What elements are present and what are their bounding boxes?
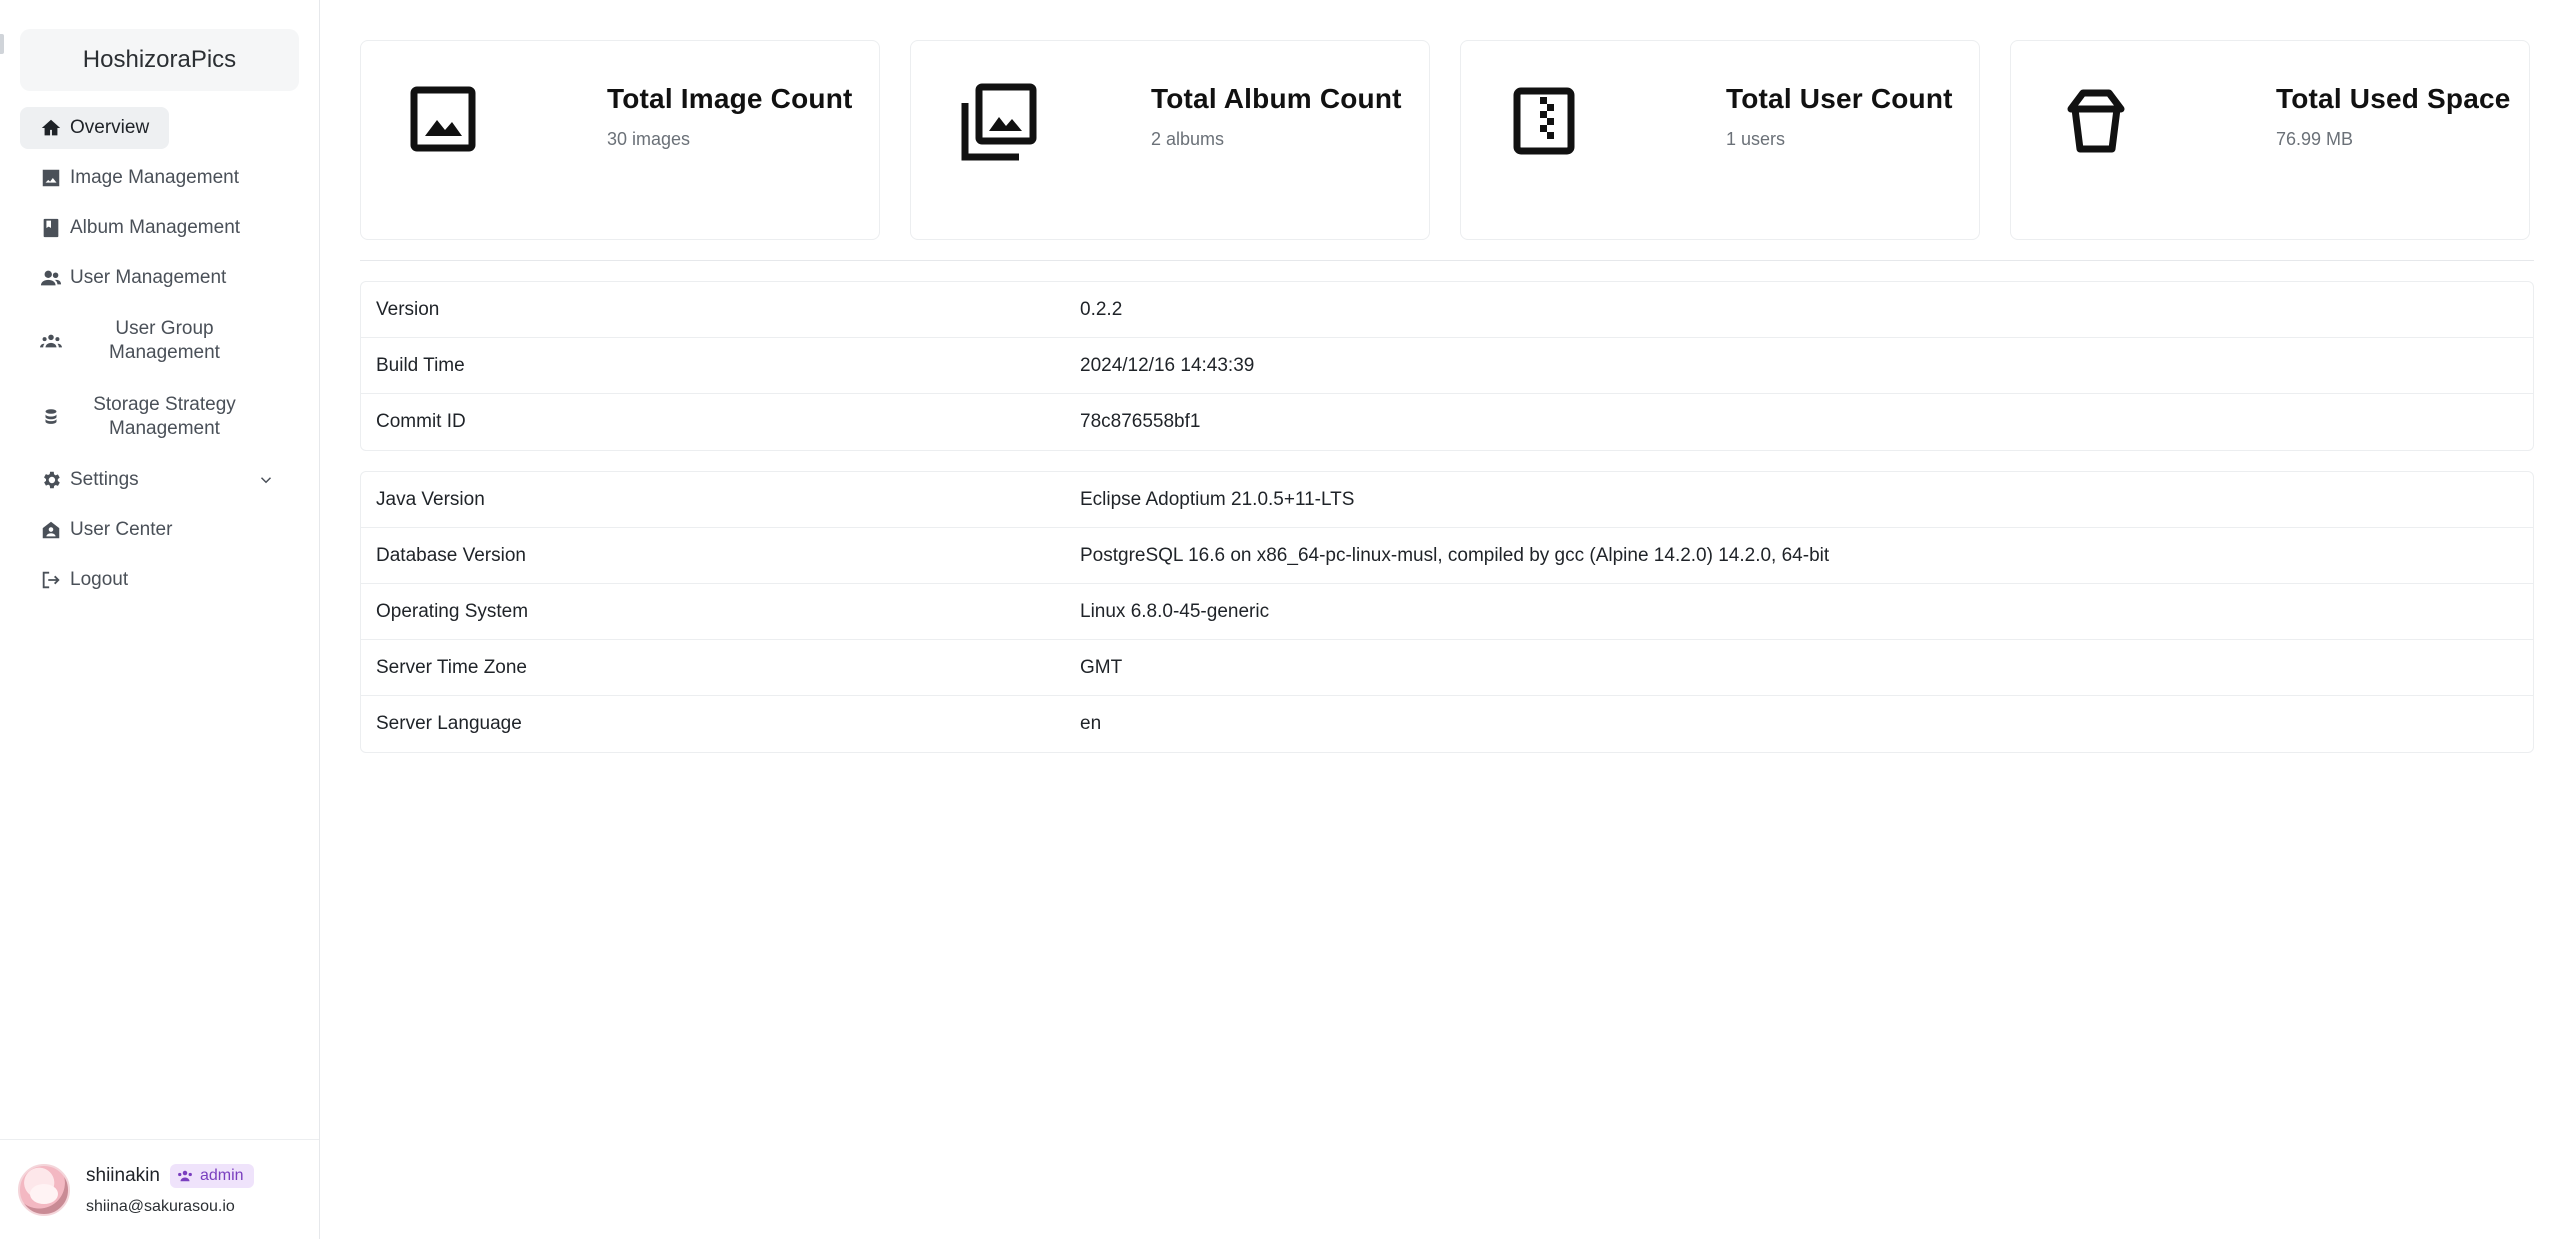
sidebar: HoshizoraPics Overview Image Management … [0, 0, 320, 1239]
row-value: 78c876558bf1 [1080, 411, 1201, 432]
group-icon [40, 334, 62, 348]
row-key: Version [376, 298, 440, 320]
row-key: Commit ID [376, 411, 466, 432]
sidebar-nav: Overview Image Management Album Manageme… [20, 107, 299, 601]
group-icon [178, 1170, 192, 1181]
stat-value: 1 users [1726, 129, 1786, 149]
row-value: 2024/12/16 14:43:39 [1080, 354, 1255, 376]
table-row: Database Version PostgreSQL 16.6 on x86_… [361, 528, 2533, 584]
logout-icon [42, 571, 60, 589]
row-key: Database Version [376, 544, 526, 566]
stat-title: Total Used Space [2276, 83, 2511, 114]
table-row: Server Language en [361, 696, 2533, 752]
system-info-table: Java Version Eclipse Adoptium 21.0.5+11-… [360, 471, 2534, 753]
zip-file-icon [1513, 87, 1575, 155]
table-row: Server Time Zone GMT [361, 640, 2533, 696]
stat-card-users: Total User Count 1 users [1460, 40, 1980, 240]
table-row: Operating System Linux 6.8.0-45-generic [361, 584, 2533, 640]
sidebar-item-label: User Center [70, 519, 173, 540]
build-info-table: Version 0.2.2 Build Time 2024/12/16 14:4… [360, 281, 2534, 451]
sidebar-item-user-center[interactable]: User Center [20, 509, 299, 551]
sidebar-item-label: User Management [70, 267, 227, 288]
table-row: Build Time 2024/12/16 14:43:39 [361, 338, 2533, 394]
role-label: admin [199, 1166, 244, 1184]
sidebar-item-image-management[interactable]: Image Management [20, 157, 299, 199]
main-content: Total Image Count 30 images Total Album … [320, 0, 2560, 1239]
role-badge: admin [169, 1163, 254, 1188]
section-divider [360, 260, 2534, 261]
row-key: Operating System [376, 600, 529, 622]
stat-title: Total Album Count [1151, 83, 1402, 114]
stat-card-albums: Total Album Count 2 albums [910, 40, 1430, 240]
sidebar-item-label: Storage Strategy Management [93, 394, 236, 439]
sidebar-item-overview[interactable]: Overview [20, 107, 169, 149]
sidebar-item-label: Overview [70, 117, 150, 138]
app-root: HoshizoraPics Overview Image Management … [0, 0, 2560, 1239]
sidebar-item-album-management[interactable]: Album Management [20, 207, 299, 249]
bucket-icon [2067, 89, 2125, 153]
row-value: 0.2.2 [1080, 298, 1123, 320]
row-key: Server Time Zone [376, 656, 527, 678]
sidebar-item-user-management[interactable]: User Management [20, 257, 299, 299]
row-key: Server Language [376, 713, 522, 734]
stat-value: 30 images [607, 129, 691, 149]
sidebar-item-label: Settings [70, 469, 139, 490]
stat-card-images: Total Image Count 30 images [360, 40, 880, 240]
home-icon [41, 119, 61, 136]
user-email: shiina@sakurasou.io [86, 1197, 235, 1215]
user-info: shiinakin admin shiina@sakurasou.io [86, 1163, 254, 1216]
users-icon [40, 270, 62, 286]
brand-logo[interactable]: HoshizoraPics [20, 29, 299, 91]
avatar[interactable] [18, 1163, 70, 1216]
stat-title: Total Image Count [607, 83, 853, 114]
image-icon [410, 86, 476, 152]
sidebar-item-storage-strategy-management[interactable]: Storage Strategy Management [20, 383, 299, 451]
chevron-down-icon[interactable] [257, 471, 275, 489]
sidebar-item-label: Album Management [70, 217, 241, 238]
row-value: en [1080, 713, 1102, 734]
stat-card-space: Total Used Space 76.99 MB [2010, 40, 2530, 240]
user-name: shiinakin [86, 1164, 160, 1186]
user-home-icon [42, 521, 60, 539]
stat-title: Total User Count [1726, 83, 1953, 114]
gear-icon [44, 471, 60, 489]
row-value: Eclipse Adoptium 21.0.5+11-LTS [1080, 488, 1355, 510]
table-row: Version 0.2.2 [361, 282, 2533, 338]
sidebar-item-label: User Group Management [109, 318, 220, 363]
row-value: Linux 6.8.0-45-generic [1080, 600, 1270, 622]
stat-value: 76.99 MB [2276, 129, 2354, 149]
sidebar-collapse-handle[interactable] [0, 34, 4, 54]
sidebar-item-logout[interactable]: Logout [20, 559, 299, 601]
sidebar-item-label: Image Management [70, 167, 239, 188]
row-key: Build Time [376, 354, 465, 376]
image-icon [42, 169, 60, 187]
stats-cards: Total Image Count 30 images Total Album … [360, 40, 2534, 240]
sidebar-item-user-group-management[interactable]: User Group Management [20, 307, 299, 375]
row-value: GMT [1080, 656, 1123, 678]
sidebar-item-settings[interactable]: Settings [20, 459, 299, 501]
album-icon [43, 218, 59, 238]
row-value: PostgreSQL 16.6 on x86_64-pc-linux-musl,… [1080, 544, 1830, 566]
table-row: Commit ID 78c876558bf1 [361, 394, 2533, 450]
stat-value: 2 albums [1151, 129, 1225, 149]
database-icon [45, 409, 57, 424]
user-panel[interactable]: shiinakin admin shiina@sakurasou.io [0, 1139, 319, 1239]
photo-library-icon [961, 83, 1037, 161]
table-row: Java Version Eclipse Adoptium 21.0.5+11-… [361, 472, 2533, 528]
row-key: Java Version [376, 488, 485, 510]
sidebar-item-label: Logout [70, 569, 129, 590]
